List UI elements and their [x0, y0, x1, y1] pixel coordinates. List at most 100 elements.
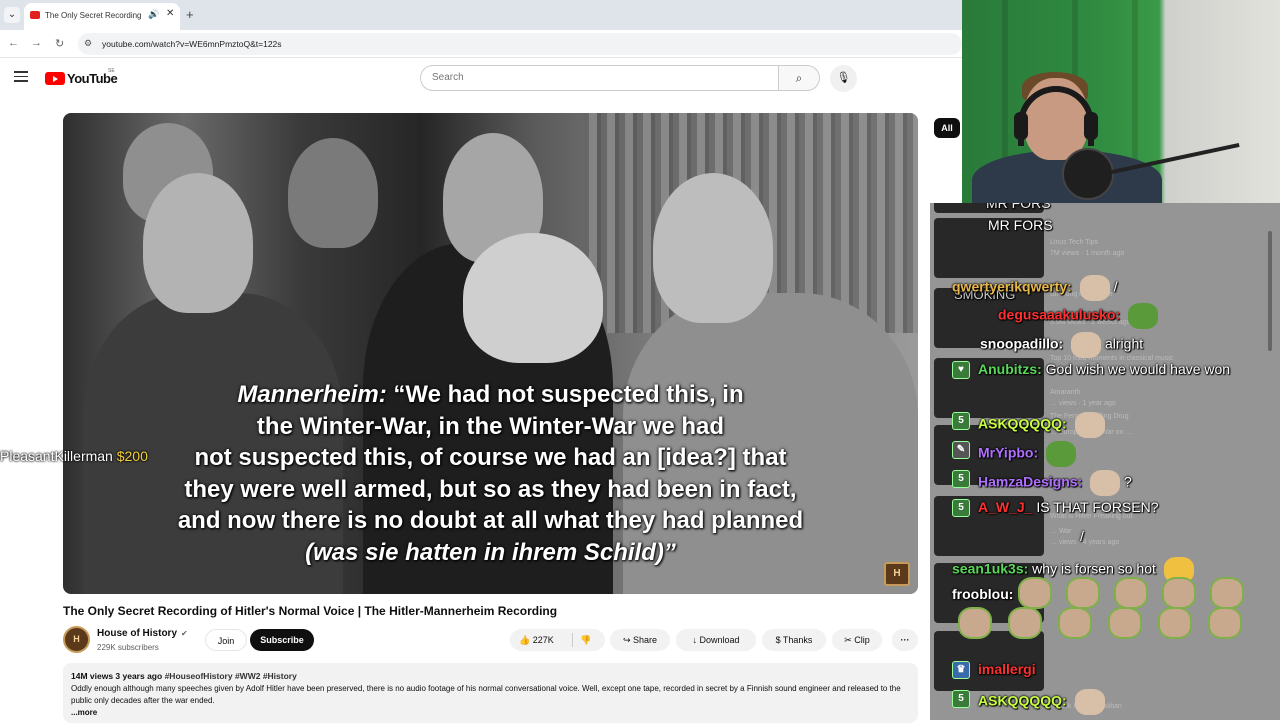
subscriber-badge-icon: 5	[952, 412, 970, 430]
forsen-emote-icon	[958, 607, 992, 639]
subscribe-button[interactable]: Subscribe	[250, 629, 314, 651]
forsen-emote-icon	[1162, 577, 1196, 609]
description-box[interactable]: 14M views 3 years ago #HouseofHistory #W…	[63, 663, 918, 723]
chat-text: /	[1080, 528, 1084, 544]
like-count: 227K	[532, 635, 554, 645]
clip-button[interactable]: ✂ Clip	[832, 629, 882, 651]
chat-username[interactable]: snoopadillo:	[980, 336, 1063, 352]
hashtags[interactable]: #HouseofHistory #WW2 #History	[165, 671, 297, 681]
emote-icon	[1128, 303, 1159, 329]
voice-search-button[interactable]: 🎙	[830, 65, 857, 92]
share-label: Share	[633, 635, 658, 645]
chat-text: IS THAT FORSEN?	[1036, 499, 1159, 515]
moderator-badge-icon: ♥	[952, 361, 970, 379]
chat-scrollbar[interactable]	[1268, 231, 1272, 351]
chat-username[interactable]: qwertyerikqwerty:	[952, 279, 1072, 295]
channel-watermark[interactable]: H	[884, 562, 910, 586]
tab-title: The Only Secret Recording	[45, 11, 142, 20]
more-actions-button[interactable]: ···	[892, 629, 918, 651]
video-subtitle: Mannerheim: “We had not suspected this, …	[63, 379, 918, 568]
reload-icon[interactable]: ↻	[55, 37, 64, 50]
share-button[interactable]: ↪ Share	[610, 629, 670, 651]
chat-username[interactable]: Anubitzs:	[978, 361, 1042, 377]
emote-wall	[958, 577, 1280, 687]
site-info-icon[interactable]: ⚙	[84, 38, 92, 49]
country-code: SE	[108, 68, 115, 74]
donation-user: PleasantKillerman	[0, 448, 113, 464]
chat-username[interactable]: ASKQQQQQ:	[978, 416, 1067, 432]
url-input[interactable]: ⚙ youtube.com/watch?v=WE6mnPmztoQ&t=122s	[78, 33, 962, 55]
chat-message: MR FORS	[988, 217, 1053, 233]
chat-text: ?	[1124, 473, 1132, 490]
chat-username[interactable]: A_W_J_	[978, 499, 1032, 515]
chat-username[interactable]: frooblou:	[952, 586, 1013, 602]
donation-alert: PleasantKillerman $200	[0, 448, 148, 464]
video-figure	[143, 173, 253, 313]
forward-icon[interactable]: →	[31, 37, 42, 49]
chat-message: imallergi	[978, 661, 1036, 677]
chat-username[interactable]: HamzaDesigns:	[978, 474, 1082, 490]
thanks-button[interactable]: $ Thanks	[762, 629, 826, 651]
subtitle-line: “We had not suspected this, in	[393, 381, 744, 408]
tab-search-button[interactable]: ⌄	[4, 7, 20, 23]
subtitle-line: the Winter-War, in the Winter-War we had	[256, 412, 725, 440]
forsen-emote-icon	[1114, 577, 1148, 609]
download-icon: ↓	[692, 635, 697, 645]
chat-message: ASKQQQQQ:	[978, 412, 1105, 438]
download-label: Download	[699, 635, 740, 645]
browser-tab-bar: ⌄ The Only Secret Recording 🔊 ✕ +	[0, 0, 962, 30]
forsen-emote-icon	[1018, 577, 1052, 609]
video-player[interactable]: Mannerheim: “We had not suspected this, …	[63, 113, 918, 594]
forsen-emote-icon	[1210, 577, 1244, 609]
chat-username[interactable]: MrYipbo:	[978, 445, 1038, 461]
filter-chip-all[interactable]: All	[934, 118, 960, 138]
channel-name[interactable]: House of History	[97, 628, 177, 639]
search-input[interactable]: Search	[420, 65, 779, 91]
hamburger-menu-icon[interactable]	[14, 71, 28, 85]
forsen-emote-icon	[1008, 607, 1042, 639]
url-text: youtube.com/watch?v=WE6mnPmztoQ&t=122s	[102, 39, 282, 49]
forsen-emote-icon	[1108, 607, 1142, 639]
thumbs-down-icon[interactable]: 👎	[580, 629, 591, 651]
chat-username[interactable]: ASKQQQQQ:	[978, 693, 1067, 709]
youtube-logo-icon[interactable]	[45, 72, 65, 85]
show-more-link[interactable]: ...more	[71, 708, 910, 717]
chat-message: Anubitzs: God wish we would have won	[978, 361, 1230, 377]
chat-ticker: MR FORS	[986, 203, 1051, 211]
description-meta: 14M views 3 years ago #HouseofHistory #W…	[71, 671, 910, 681]
like-separator	[572, 633, 573, 647]
microphone-icon: 🎙	[836, 72, 851, 84]
search-button[interactable]: ⌕	[778, 65, 820, 91]
join-button[interactable]: Join	[205, 629, 247, 651]
emote-icon	[1090, 470, 1121, 496]
subtitle-speaker: Mannerheim:	[237, 381, 387, 408]
clip-label: Clip	[854, 635, 870, 645]
scissors-icon: ✂	[844, 635, 852, 645]
microphone	[1062, 148, 1114, 200]
back-icon[interactable]: ←	[8, 37, 19, 49]
search-icon: ⌕	[795, 71, 803, 85]
chat-username[interactable]: degusaaakulusko:	[998, 307, 1120, 323]
channel-avatar[interactable]: H	[63, 626, 90, 653]
thumb-text: … War	[1050, 528, 1072, 535]
chat-message: snoopadillo: alright	[980, 332, 1143, 358]
browser-tab[interactable]: The Only Secret Recording 🔊 ✕	[24, 3, 180, 30]
thumb-text: 7M views · 1 month ago	[1050, 250, 1125, 257]
close-tab-icon[interactable]: ✕	[166, 8, 174, 19]
chat-text: /	[1113, 278, 1118, 295]
subscriber-count: 229K subscribers	[97, 643, 159, 652]
download-button[interactable]: ↓ Download	[676, 629, 756, 651]
chat-text: MR FORS	[988, 217, 1053, 233]
chat-username[interactable]: sean1uk3s:	[952, 561, 1028, 577]
speaker-icon[interactable]: 🔊	[148, 9, 159, 20]
new-tab-button[interactable]: +	[186, 7, 194, 22]
headphone-cup	[1084, 112, 1098, 140]
chat-username[interactable]: imallergi	[978, 661, 1036, 677]
like-button[interactable]: 👍 227K 👎	[510, 629, 605, 651]
youtube-favicon-icon	[30, 11, 40, 19]
emote-icon	[1079, 275, 1110, 301]
chat-message: A_W_J_ IS THAT FORSEN?	[978, 499, 1159, 515]
subtitle-line: they were well armed, but so as they had…	[184, 475, 797, 503]
thanks-icon: $	[775, 635, 781, 645]
chat-message: qwertyerikqwerty: /	[952, 275, 1118, 301]
